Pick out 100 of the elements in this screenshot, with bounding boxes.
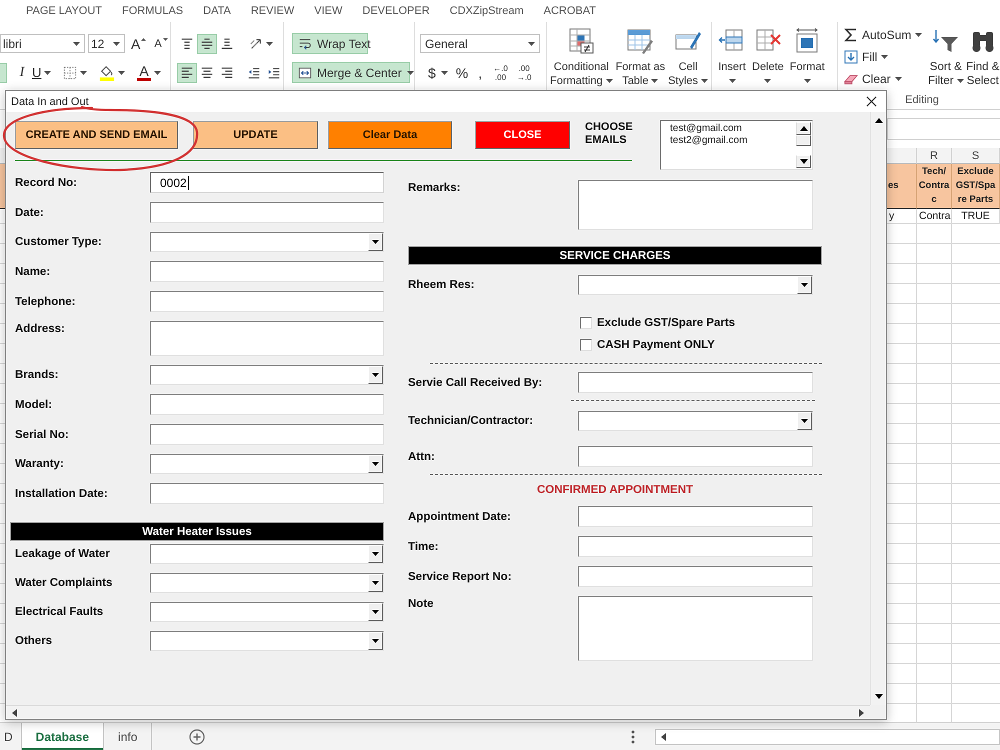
indent-icon[interactable]	[267, 66, 281, 80]
email-list[interactable]: test@gmail.com test2@gmail.com	[660, 120, 813, 170]
text-field[interactable]	[150, 261, 384, 282]
text-area-field[interactable]	[578, 596, 813, 661]
comma-button[interactable]: ,	[476, 64, 484, 80]
text-field[interactable]	[150, 202, 384, 223]
down-arrow-icon[interactable]	[874, 694, 882, 699]
checkbox[interactable]	[580, 317, 592, 329]
close-icon[interactable]	[866, 96, 877, 107]
ribbon-button[interactable]: Format	[790, 27, 825, 83]
outdent-icon[interactable]	[247, 66, 261, 80]
text-field[interactable]	[578, 372, 813, 393]
currency-button[interactable]: $	[426, 64, 438, 80]
align-button[interactable]	[197, 34, 217, 54]
caret-icon[interactable]	[44, 70, 52, 74]
plus-circle-icon[interactable]	[189, 728, 206, 744]
caret-icon[interactable]	[118, 70, 126, 74]
font-name-field[interactable]: libri	[0, 34, 85, 53]
dropdown-field[interactable]	[150, 573, 384, 593]
field-label: Date:	[15, 206, 45, 218]
decimal-button[interactable]: ←.0 .00	[493, 64, 508, 82]
dropdown-field[interactable]	[150, 602, 384, 622]
ribbon-button[interactable]: Format as Table	[616, 27, 666, 88]
email-list-item[interactable]: test@gmail.com	[670, 123, 796, 135]
angled-text-icon[interactable]	[249, 36, 263, 50]
column-header[interactable]: S	[952, 148, 1000, 164]
text-field[interactable]	[578, 566, 813, 587]
number-format-field[interactable]: General	[420, 34, 540, 53]
column-header[interactable]: R	[917, 148, 952, 164]
ribbon-tab[interactable]: CDXZipStream	[440, 2, 534, 20]
vertical-dots-icon[interactable]	[631, 730, 635, 744]
up-arrow-icon[interactable]	[874, 118, 882, 123]
ribbon-button[interactable]: Fill	[844, 47, 928, 67]
ribbon-button[interactable]: Conditional Formatting	[550, 27, 613, 88]
ribbon-tab[interactable]: DEVELOPER	[352, 2, 440, 20]
caret-icon[interactable]	[154, 70, 161, 74]
grow-font-button[interactable]: A	[129, 34, 148, 54]
dropdown-field[interactable]	[150, 232, 384, 252]
shrink-font-button[interactable]: A	[152, 34, 170, 54]
dropdown-field[interactable]	[150, 454, 384, 474]
ribbon-tab[interactable]: ACROBAT	[534, 2, 606, 20]
font-size-field[interactable]: 12	[88, 34, 125, 53]
font-color-button[interactable]: A	[137, 64, 151, 80]
right-arrow-icon[interactable]	[859, 708, 864, 716]
text-area-field[interactable]	[150, 321, 384, 356]
left-arrow-icon[interactable]	[12, 708, 17, 716]
italic-button[interactable]: I	[17, 64, 27, 80]
vertical-scrollbar[interactable]	[870, 112, 886, 705]
text-field[interactable]	[578, 536, 813, 557]
ribbon-button[interactable]: Insert	[718, 27, 746, 83]
caret-icon[interactable]	[440, 70, 448, 74]
caret-icon[interactable]	[266, 42, 273, 46]
ribbon-tab[interactable]: VIEW	[304, 2, 352, 20]
paint-bucket-icon[interactable]	[99, 64, 116, 80]
sheet-tab[interactable]: Database	[22, 723, 104, 750]
text-field[interactable]	[150, 483, 384, 504]
ribbon-button[interactable]: AutoSum	[844, 25, 928, 45]
underline-button[interactable]: U	[32, 65, 42, 80]
dropdown-field[interactable]	[578, 275, 813, 295]
ribbon-button[interactable]: Clear	[844, 69, 928, 89]
decimal-button[interactable]: .00 →.0	[516, 64, 532, 82]
wrap-text-button[interactable]: Wrap Text	[292, 33, 368, 54]
ribbon-tab[interactable]: FORMULAS	[112, 2, 194, 20]
ribbon-button[interactable]: Find & Select	[966, 25, 1000, 88]
horizontal-scrollbar[interactable]	[655, 728, 1000, 744]
sheet-tab[interactable]: info	[104, 723, 152, 750]
checkbox-label: CASH Payment ONLY	[597, 339, 715, 351]
ribbon-button[interactable]: Sort & Filter	[928, 25, 964, 88]
action-button[interactable]: CLOSE	[475, 121, 570, 149]
text-field[interactable]	[150, 424, 384, 445]
checkbox[interactable]	[580, 339, 592, 351]
text-field[interactable]	[578, 506, 813, 527]
dropdown-field[interactable]	[150, 544, 384, 564]
action-button[interactable]: UPDATE	[193, 121, 318, 149]
list-scrollbar[interactable]	[796, 121, 812, 169]
action-button[interactable]: CREATE AND SEND EMAIL	[15, 121, 178, 149]
ribbon-button[interactable]: Delete	[752, 27, 784, 83]
field-label: Record No:	[15, 176, 78, 188]
ribbon-button[interactable]: Cell Styles	[668, 27, 708, 88]
scroll-thumb[interactable]	[796, 135, 811, 146]
email-list-item[interactable]: test2@gmail.com	[670, 135, 796, 147]
action-button[interactable]: Clear Data	[328, 121, 452, 149]
left-arrow-icon[interactable]	[661, 732, 666, 740]
percent-button[interactable]: %	[454, 64, 470, 80]
ribbon-tab[interactable]: REVIEW	[240, 2, 304, 20]
text-field[interactable]	[578, 446, 813, 467]
dropdown-field[interactable]	[150, 365, 384, 385]
horizontal-scrollbar[interactable]	[6, 705, 870, 719]
caret-up-icon	[141, 38, 146, 40]
borders-icon[interactable]	[63, 66, 78, 80]
dropdown-field[interactable]	[578, 411, 813, 431]
text-area-field[interactable]	[578, 180, 813, 230]
ribbon-tab[interactable]: DATA	[193, 2, 241, 20]
text-field[interactable]	[150, 291, 384, 312]
text-field[interactable]	[150, 394, 384, 415]
caret-icon[interactable]	[80, 70, 88, 74]
align-button[interactable]	[177, 62, 197, 82]
dropdown-field[interactable]	[150, 631, 384, 651]
ribbon-tab[interactable]: PAGE LAYOUT	[16, 2, 112, 20]
text-field[interactable]: 0002	[150, 172, 384, 193]
